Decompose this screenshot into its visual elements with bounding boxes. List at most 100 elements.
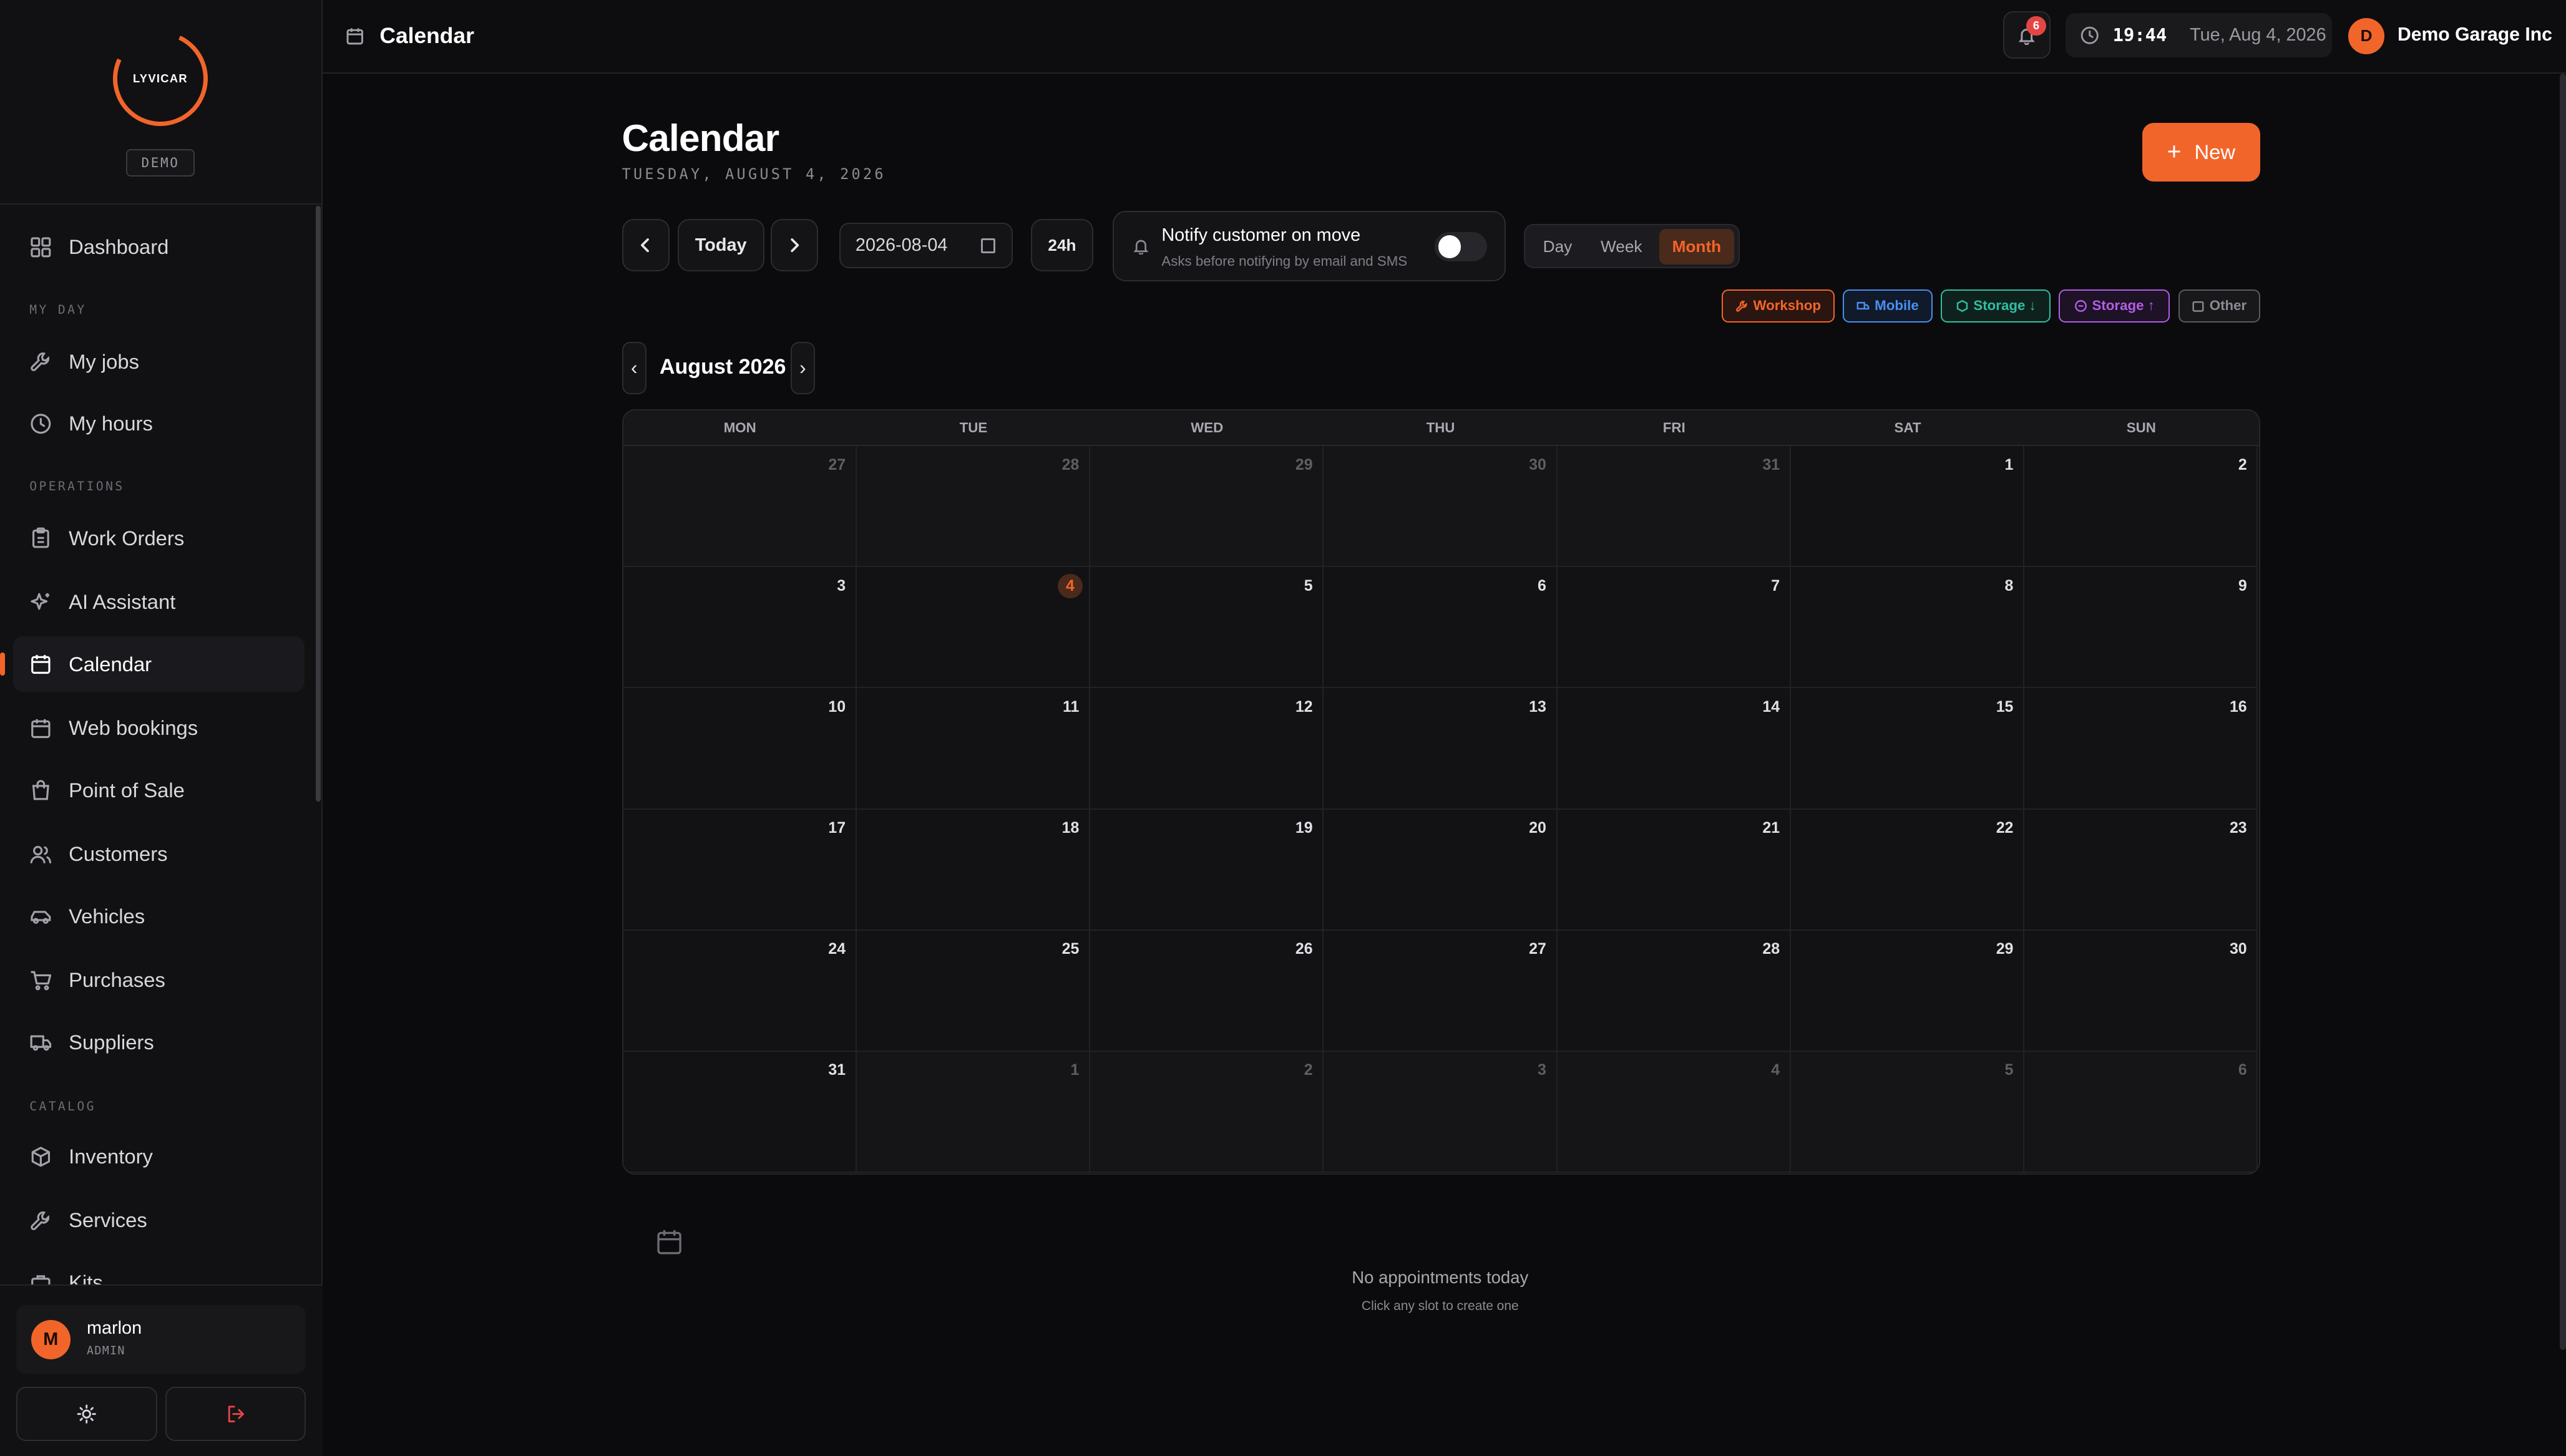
new-appointment-button[interactable]: + New xyxy=(2142,122,2260,182)
day-cell[interactable]: 3 xyxy=(1324,1051,1558,1173)
day-cell[interactable]: 6 xyxy=(2024,1051,2258,1173)
theme-toggle-button[interactable] xyxy=(16,1387,157,1441)
legend-other[interactable]: Other xyxy=(2178,289,2260,323)
view-day-button[interactable]: Day xyxy=(1528,229,1587,265)
day-cell[interactable]: 7 xyxy=(1557,567,1791,689)
day-cell[interactable]: 19 xyxy=(1090,809,1324,931)
main-scrollbar[interactable] xyxy=(2559,74,2566,1350)
day-cell[interactable]: 20 xyxy=(1324,809,1558,931)
sidebar-item-services[interactable]: Services xyxy=(13,1193,305,1248)
toggle-knob xyxy=(1438,235,1461,258)
day-cell[interactable]: 29 xyxy=(1090,446,1324,568)
day-cell[interactable]: 30 xyxy=(2024,930,2258,1052)
notify-customer-control: Notify customer on move Asks before noti… xyxy=(1113,211,1506,282)
day-cell[interactable]: 11 xyxy=(856,688,1091,810)
day-cell[interactable]: 1 xyxy=(1790,446,2025,568)
day-number: 31 xyxy=(828,1061,846,1079)
sidebar-item-ai-assistant[interactable]: AI Assistant xyxy=(13,574,305,629)
sidebar-item-label: Dashboard xyxy=(69,235,169,258)
day-cell[interactable]: 18 xyxy=(856,809,1091,931)
prev-month-button[interactable]: ‹ xyxy=(622,342,646,394)
sidebar-item-web-bookings[interactable]: Web bookings xyxy=(13,700,305,755)
sidebar-item-calendar[interactable]: Calendar xyxy=(0,636,305,692)
legend-workshop[interactable]: Workshop xyxy=(1721,289,1835,323)
calendar-icon xyxy=(655,1227,684,1256)
day-cell[interactable]: 12 xyxy=(1090,688,1324,810)
sidebar-item-inventory[interactable]: Inventory xyxy=(13,1129,305,1185)
view-week-button[interactable]: Week xyxy=(1590,229,1652,265)
day-cell[interactable]: 9 xyxy=(2024,567,2258,689)
org-avatar[interactable]: D xyxy=(2348,17,2384,54)
day-cell[interactable]: 1 xyxy=(856,1051,1091,1173)
legend-mobile[interactable]: Mobile xyxy=(1842,289,1933,323)
day-cell[interactable]: 13 xyxy=(1324,688,1558,810)
day-cell[interactable]: 21 xyxy=(1557,809,1791,931)
user-area: M marlon ADMIN xyxy=(0,1284,323,1456)
day-cell[interactable]: 3 xyxy=(623,567,857,689)
day-cell[interactable]: 10 xyxy=(623,688,857,810)
prev-period-button[interactable] xyxy=(622,219,670,272)
sidebar-item-customers[interactable]: Customers xyxy=(13,826,305,881)
next-period-button[interactable] xyxy=(771,219,819,272)
clock-time: 19:44 xyxy=(2112,24,2167,46)
sidebar-item-suppliers[interactable]: Suppliers xyxy=(13,1014,305,1070)
day-cell-today[interactable]: 4 xyxy=(856,567,1091,689)
sidebar-item-work-orders[interactable]: Work Orders xyxy=(13,510,305,566)
day-cell[interactable]: 26 xyxy=(1090,930,1324,1052)
day-cell[interactable]: 8 xyxy=(1790,567,2025,689)
sidebar-item-purchases[interactable]: Purchases xyxy=(13,952,305,1007)
day-cell[interactable]: 17 xyxy=(623,809,857,931)
day-cell[interactable]: 16 xyxy=(2024,688,2258,810)
legend-storage-in[interactable]: Storage ↓ xyxy=(1941,289,2051,323)
day-cell[interactable]: 2 xyxy=(1090,1051,1324,1173)
weekday-label: SAT xyxy=(1894,420,1921,436)
sidebar-item-point-of-sale[interactable]: Point of Sale xyxy=(13,762,305,818)
logout-button[interactable] xyxy=(165,1387,306,1441)
day-number: 26 xyxy=(1295,940,1313,958)
hour-format-button[interactable]: 24h xyxy=(1031,219,1093,272)
next-month-button[interactable]: › xyxy=(790,342,815,394)
legend-storage-out[interactable]: Storage ↑ xyxy=(2059,289,2170,323)
day-cell[interactable]: 29 xyxy=(1790,930,2025,1052)
calendar-icon xyxy=(29,717,52,740)
sidebar-item-vehicles[interactable]: Vehicles xyxy=(13,888,305,944)
sidebar: LYVICAR DEMO Dashboard MY DAY My jobs My… xyxy=(0,0,323,1456)
day-cell[interactable]: 27 xyxy=(623,446,857,568)
day-cell[interactable]: 22 xyxy=(1790,809,2025,931)
org-name[interactable]: Demo Garage Inc xyxy=(2398,24,2552,46)
day-cell[interactable]: 31 xyxy=(1557,446,1791,568)
day-cell[interactable]: 28 xyxy=(1557,930,1791,1052)
day-cell[interactable]: 31 xyxy=(623,1051,857,1173)
calendar-picker-icon[interactable] xyxy=(980,238,996,253)
day-cell[interactable]: 30 xyxy=(1324,446,1558,568)
sidebar-item-dashboard[interactable]: Dashboard xyxy=(13,219,305,274)
day-cell[interactable]: 27 xyxy=(1324,930,1558,1052)
user-card[interactable]: M marlon ADMIN xyxy=(16,1305,306,1374)
sidebar-item-my-jobs[interactable]: My jobs xyxy=(13,334,305,389)
day-number: 3 xyxy=(1538,1061,1546,1079)
day-cell[interactable]: 2 xyxy=(2024,446,2258,568)
day-cell[interactable]: 15 xyxy=(1790,688,2025,810)
day-number: 4 xyxy=(1058,573,1083,599)
sidebar-item-my-hours[interactable]: My hours xyxy=(13,396,305,452)
day-cell[interactable]: 25 xyxy=(856,930,1091,1052)
day-cell[interactable]: 28 xyxy=(856,446,1091,568)
day-number: 2 xyxy=(2238,456,2247,474)
sidebar-item-kits[interactable]: Kits xyxy=(13,1255,305,1284)
day-cell[interactable]: 5 xyxy=(1090,567,1324,689)
date-picker-input[interactable]: 2026-08-04 xyxy=(839,222,1013,269)
day-cell[interactable]: 4 xyxy=(1557,1051,1791,1173)
topbar-title: Calendar xyxy=(379,22,474,48)
sidebar-scrollbar[interactable] xyxy=(316,206,321,802)
view-month-button[interactable]: Month xyxy=(1659,228,1735,265)
day-cell[interactable]: 14 xyxy=(1557,688,1791,810)
day-cell[interactable]: 5 xyxy=(1790,1051,2025,1173)
notifications-button[interactable]: 6 xyxy=(2003,11,2051,59)
day-cell[interactable]: 6 xyxy=(1324,567,1558,689)
day-cell[interactable]: 23 xyxy=(2024,809,2258,931)
day-number: 6 xyxy=(2238,1061,2247,1079)
notify-toggle[interactable] xyxy=(1435,231,1488,261)
day-cell[interactable]: 24 xyxy=(623,930,857,1052)
today-button[interactable]: Today xyxy=(677,219,764,272)
logo[interactable]: LYVICAR xyxy=(113,31,208,126)
